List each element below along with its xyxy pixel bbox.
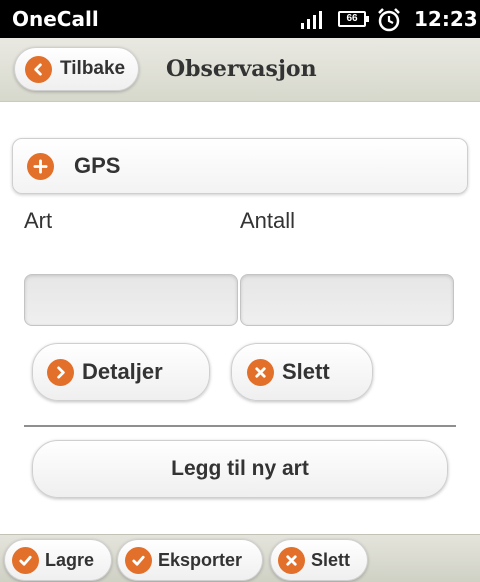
gps-label: GPS bbox=[74, 153, 121, 178]
add-species-button[interactable]: Legg til ny art bbox=[32, 440, 448, 498]
delete-observation-button-label: Slett bbox=[311, 549, 351, 570]
plus-icon bbox=[27, 152, 54, 180]
checkmark-icon bbox=[125, 546, 152, 574]
alarm-clock-icon bbox=[378, 8, 400, 32]
checkmark-icon bbox=[12, 546, 39, 574]
divider bbox=[24, 425, 456, 427]
export-button[interactable]: Eksporter bbox=[117, 539, 263, 581]
antall-input[interactable] bbox=[240, 274, 454, 326]
add-species-button-label: Legg til ny art bbox=[171, 457, 309, 480]
back-button[interactable]: Tilbake bbox=[14, 47, 139, 91]
antall-label: Antall bbox=[240, 208, 296, 233]
signal-strength-icon bbox=[301, 11, 322, 29]
delete-species-button-label: Slett bbox=[282, 359, 330, 384]
close-icon bbox=[278, 546, 305, 574]
close-icon bbox=[247, 358, 274, 386]
chevron-left-icon bbox=[25, 55, 52, 83]
delete-species-button[interactable]: Slett bbox=[231, 343, 373, 401]
clock-time: 12:23 bbox=[414, 7, 478, 31]
status-bar: OneCall 66 12:23 bbox=[0, 0, 480, 38]
save-button[interactable]: Lagre bbox=[4, 539, 112, 581]
page-title: Observasjon bbox=[166, 56, 317, 82]
art-input[interactable] bbox=[24, 274, 238, 326]
bottom-toolbar: Lagre Eksporter Slett bbox=[0, 534, 480, 582]
header-bar: Tilbake Observasjon bbox=[0, 38, 480, 102]
save-button-label: Lagre bbox=[45, 549, 95, 570]
battery-level: 66 bbox=[346, 13, 358, 24]
back-button-label: Tilbake bbox=[60, 58, 126, 79]
details-button-label: Detaljer bbox=[82, 359, 163, 384]
art-label: Art bbox=[24, 208, 53, 233]
delete-observation-button[interactable]: Slett bbox=[270, 539, 368, 581]
export-button-label: Eksporter bbox=[158, 549, 243, 570]
details-button[interactable]: Detaljer bbox=[32, 343, 210, 401]
chevron-right-icon bbox=[47, 358, 74, 386]
battery-icon: 66 bbox=[338, 11, 369, 27]
carrier-name: OneCall bbox=[12, 7, 99, 31]
gps-expand-row[interactable]: GPS bbox=[12, 138, 468, 194]
